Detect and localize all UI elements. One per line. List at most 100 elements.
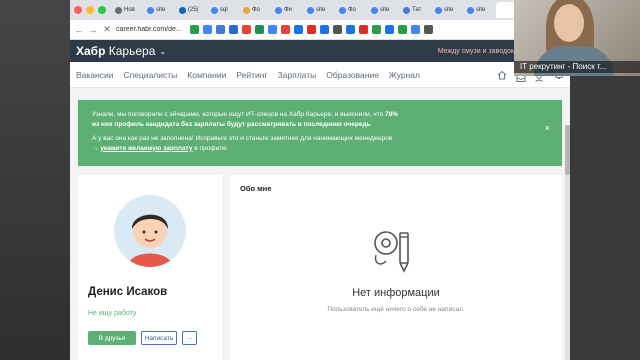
tab-label: Фи (284, 7, 292, 13)
empty-state-icon (374, 231, 409, 273)
browser-tab[interactable]: (25( (176, 2, 206, 18)
tab-bar: Нов site (25(sql Фо Фи site Фо site Тат site site (70, 0, 570, 20)
empty-state-subtitle: Пользователь ещё ничего о себе не написа… (327, 306, 465, 313)
bookmark-icon[interactable] (268, 25, 277, 34)
tab-label: Тат (412, 7, 422, 13)
tab-favicon-icon (243, 6, 250, 14)
bookmark-icon[interactable] (411, 25, 420, 34)
tab-favicon-icon (115, 6, 122, 14)
tab-favicon-icon (371, 6, 378, 14)
nav-item-specialists[interactable]: Специалисты (123, 70, 177, 80)
browser-tab[interactable]: Фо (240, 2, 270, 18)
tab-label: Фо (252, 7, 260, 13)
write-message-button[interactable]: Написать (141, 331, 177, 345)
webcam-overlay: IT рекрутинг - Поиск т... (514, 0, 640, 76)
tab-favicon-icon (499, 6, 506, 14)
browser-tab[interactable]: site (144, 2, 174, 18)
page-scrollbar[interactable] (565, 125, 570, 360)
browser-tab[interactable]: site (368, 2, 398, 18)
tab-favicon-icon (275, 6, 282, 14)
nav-item-companies[interactable]: Компании (187, 70, 226, 80)
scrollbar-thumb[interactable] (565, 125, 570, 175)
close-icon[interactable]: × (545, 123, 550, 134)
nav-item-salaries[interactable]: Зарплаты (278, 70, 317, 80)
tab-favicon-icon (211, 6, 218, 14)
tab-label: site (316, 7, 326, 13)
bookmark-icon[interactable] (281, 25, 290, 34)
bookmark-icon[interactable] (203, 25, 212, 34)
salary-notice: Узнали, мы поговорили с эйчарами, которы… (78, 100, 562, 166)
main-nav: Вакансии Специалисты Компании Рейтинг За… (70, 62, 570, 88)
browser-tab[interactable]: site (432, 2, 462, 18)
webcam-caption: IT рекрутинг - Поиск т... (514, 61, 640, 73)
browser-tab[interactable]: Фо (336, 2, 366, 18)
bookmark-icon[interactable] (190, 25, 199, 34)
more-actions-button[interactable]: ··· (182, 331, 197, 345)
nav-item-journal[interactable]: Журнал (389, 70, 420, 80)
tab-label: site (380, 7, 390, 13)
bookmark-icon[interactable] (372, 25, 381, 34)
notice-paragraph-2: А у вас она как раз не заполнена! Исправ… (92, 135, 393, 152)
nav-item-education[interactable]: Образование (326, 70, 379, 80)
bookmark-icon[interactable] (320, 25, 329, 34)
bookmark-icon[interactable] (255, 25, 264, 34)
bookmark-icons (190, 25, 433, 34)
chevron-down-icon[interactable]: ⌄ (159, 47, 166, 56)
empty-state-title: Нет информации (352, 287, 440, 299)
avatar (114, 195, 186, 267)
tab-favicon-icon (147, 6, 154, 14)
bookmark-icon[interactable] (333, 25, 342, 34)
webcam-person-face (554, 4, 584, 42)
about-section: Обо мне Нет информации Пользователь ещё … (230, 175, 562, 360)
tab-label: Нов (124, 7, 135, 13)
bookmark-icon[interactable] (398, 25, 407, 34)
close-window-button[interactable] (74, 6, 82, 14)
browser-tab[interactable]: site (304, 2, 334, 18)
logo-bold: Хабр (76, 44, 106, 58)
bookmark-icon[interactable] (216, 25, 225, 34)
tab-favicon-icon (307, 6, 314, 14)
bookmark-icon[interactable] (294, 25, 303, 34)
bookmark-icon[interactable] (359, 25, 368, 34)
browser-tab[interactable]: sql (208, 2, 238, 18)
about-title: Обо мне (240, 184, 272, 193)
stop-icon[interactable]: ✕ (102, 24, 112, 35)
nav-item-rating[interactable]: Рейтинг (236, 70, 267, 80)
window-controls (74, 6, 106, 14)
bookmark-icon[interactable] (229, 25, 238, 34)
add-friend-button[interactable]: В друзья (88, 331, 136, 345)
bookmark-icon[interactable] (307, 25, 316, 34)
browser-tab[interactable]: Нов (112, 2, 142, 18)
browser-tab[interactable]: Фи (272, 2, 302, 18)
salary-link[interactable]: укажите желаемую зарплату (100, 145, 192, 152)
address-bar: ← → ✕ career.habr.com/de... (70, 20, 570, 40)
tab-favicon-icon (435, 6, 442, 14)
tab-list: Нов site (25(sql Фо Фи site Фо site Тат site site (112, 2, 528, 18)
bookmark-icon[interactable] (424, 25, 433, 34)
nav-item-vacancies[interactable]: Вакансии (76, 70, 113, 80)
url-field[interactable]: career.habr.com/de... (116, 26, 186, 33)
notice-paragraph-1: Узнали, мы поговорили с эйчарами, которы… (92, 111, 399, 128)
minimize-window-button[interactable] (86, 6, 94, 14)
maximize-window-button[interactable] (98, 6, 106, 14)
profile-card: Денис Исаков Не ищу работу В друзья Напи… (78, 175, 222, 360)
profile-name: Денис Исаков (88, 286, 168, 298)
tab-label: site (156, 7, 166, 13)
profile-content: Денис Исаков Не ищу работу В друзья Напи… (78, 175, 562, 360)
browser-tab[interactable]: site (464, 2, 494, 18)
forward-icon[interactable]: → (88, 25, 98, 35)
tab-favicon-icon (339, 6, 346, 14)
tab-favicon-icon (467, 6, 474, 14)
bookmark-icon[interactable] (385, 25, 394, 34)
tab-label: (25( (188, 7, 199, 13)
bookmark-icon[interactable] (346, 25, 355, 34)
back-icon[interactable]: ← (74, 25, 84, 35)
home-icon[interactable] (497, 70, 507, 80)
logo-light: Карьера (108, 44, 156, 58)
site-header: Хабр Карьера ⌄ Между смузи и заводом: хо… (70, 40, 570, 62)
desktop-left-margin (0, 0, 70, 360)
tab-favicon-icon (403, 6, 410, 14)
site-logo[interactable]: Хабр Карьера (76, 44, 155, 58)
browser-tab[interactable]: Тат (400, 2, 430, 18)
bookmark-icon[interactable] (242, 25, 251, 34)
